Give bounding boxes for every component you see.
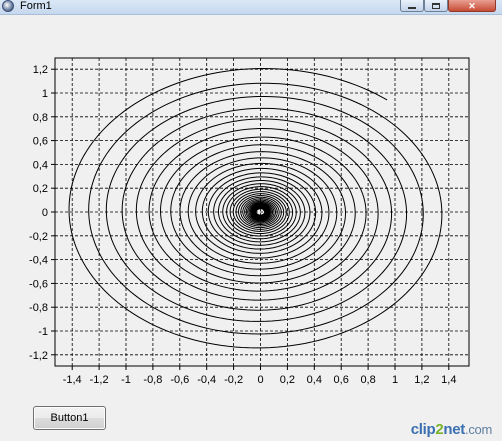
x-tick-label: 1,2	[414, 374, 429, 386]
y-tick-label: -1,2	[29, 350, 48, 362]
x-tick-label: 0	[257, 374, 263, 386]
x-tick-label: -1	[121, 374, 131, 386]
y-tick-label: 0,4	[33, 159, 48, 171]
x-tick-label: -0,8	[143, 374, 162, 386]
y-tick-label: 1	[42, 88, 48, 100]
y-tick-label: 0	[42, 207, 48, 219]
button1[interactable]: Button1	[33, 406, 106, 430]
x-tick-label: 0,4	[307, 374, 322, 386]
x-tick-label: -1,2	[90, 374, 109, 386]
y-tick-label: 0,2	[33, 183, 48, 195]
y-tick-label: 1,2	[33, 64, 48, 76]
x-tick-label: 1,4	[441, 374, 456, 386]
x-tick-label: -0,4	[197, 374, 216, 386]
x-tick-label: 0,8	[360, 374, 375, 386]
x-tick-label: 0,2	[280, 374, 295, 386]
x-tick-label: 1	[392, 374, 398, 386]
x-tick-label: -1,4	[63, 374, 82, 386]
y-tick-label: 0,8	[33, 112, 48, 124]
spiral-chart: -1,4 -1,2 -1 -0,8 -0,6 -0,4 -0,2 0 0,2 0,4 0,6 0,8 1…	[29, 57, 470, 386]
clip2net-watermark: clip2net.com	[410, 421, 493, 438]
y-tick-label: -0,6	[29, 278, 48, 290]
y-tick-label: -1	[38, 326, 48, 338]
y-tick-label: 0,6	[33, 136, 48, 148]
x-tick-label: 0,6	[334, 374, 349, 386]
x-tick-label: -0,2	[224, 374, 243, 386]
y-tick-label: -0,8	[29, 302, 48, 314]
x-tick-label: -0,6	[170, 374, 189, 386]
y-tick-label: -0,2	[29, 231, 48, 243]
y-tick-label: -0,4	[29, 255, 48, 267]
